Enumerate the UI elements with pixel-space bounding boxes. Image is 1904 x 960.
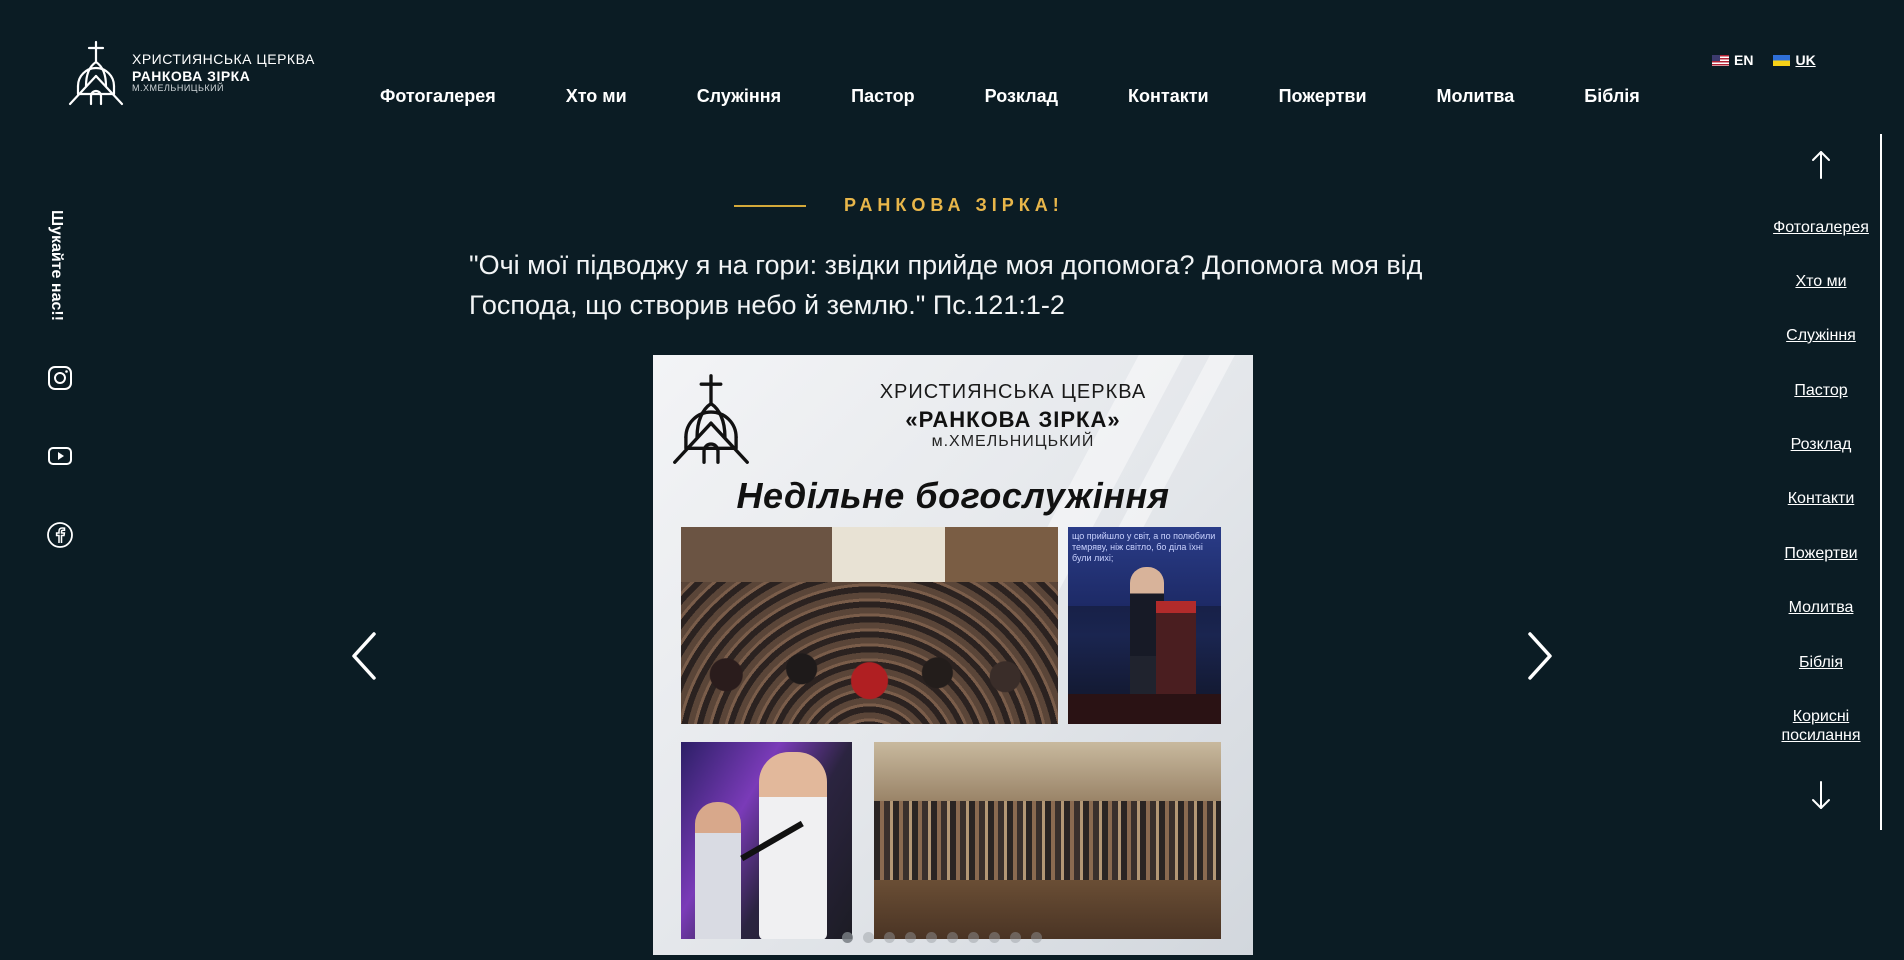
facebook-link[interactable] <box>46 521 74 549</box>
lang-uk[interactable]: UK <box>1773 52 1816 68</box>
nav-prayer[interactable]: Молитва <box>1437 86 1515 107</box>
photo-singers <box>681 742 852 939</box>
slider-next-button[interactable] <box>1522 628 1558 684</box>
photo-congregation-hall <box>874 742 1221 939</box>
nav-donations[interactable]: Пожертви <box>1279 86 1367 107</box>
lang-en-label: EN <box>1734 52 1754 68</box>
slider-dot[interactable] <box>1010 932 1021 943</box>
sidenav-schedule[interactable]: Розклад <box>1756 435 1886 454</box>
bible-quote: "Очі мої підводжу я на гори: звідки прий… <box>469 250 1423 320</box>
sidenav-pastor[interactable]: Пастор <box>1756 381 1886 400</box>
photo-audience <box>681 527 1058 724</box>
youtube-icon <box>48 447 72 465</box>
us-flag-icon <box>1712 54 1729 66</box>
language-switcher: EN UK <box>1712 52 1816 68</box>
nav-photogallery[interactable]: Фотогалерея <box>380 86 496 107</box>
slider-dot[interactable] <box>863 932 874 943</box>
nav-bible[interactable]: Біблія <box>1584 86 1640 107</box>
slider-dot[interactable] <box>989 932 1000 943</box>
top-nav: Фотогалерея Хто ми Служіння Пастор Розкл… <box>380 86 1640 107</box>
slider-dot[interactable] <box>926 932 937 943</box>
arrow-up-icon <box>1812 151 1830 179</box>
sidenav-photogallery[interactable]: Фотогалерея <box>1756 218 1886 237</box>
instagram-icon <box>48 366 72 390</box>
nav-ministries[interactable]: Служіння <box>697 86 781 107</box>
slider-dot[interactable] <box>1031 932 1042 943</box>
nav-contacts[interactable]: Контакти <box>1128 86 1209 107</box>
church-logo-icon <box>68 40 124 106</box>
slide-headline: Недільне богослужіння <box>736 475 1170 516</box>
facebook-icon <box>47 522 73 548</box>
nav-about[interactable]: Хто ми <box>566 86 627 107</box>
section-heading-text: РАНКОВА ЗІРКА! <box>844 195 1064 215</box>
slider-dot[interactable] <box>905 932 916 943</box>
logo-line-3: М.ХМЕЛЬНИЦЬКИЙ <box>132 83 225 94</box>
slide-church-name: «РАНКОВА ЗІРКА» <box>905 407 1121 432</box>
church-logo-icon <box>673 374 749 464</box>
logo-line-1: ХРИСТИЯНСЬКА ЦЕРКВА <box>132 51 315 68</box>
logo-text: ХРИСТИЯНСЬКА ЦЕРКВА РАНКОВА ЗІРКА М.ХМЕЛ… <box>132 52 315 94</box>
sidenav-about[interactable]: Хто ми <box>1756 272 1886 291</box>
slider-dot[interactable] <box>947 932 958 943</box>
slider-image: ХРИСТИЯНСЬКА ЦЕРКВА «РАНКОВА ЗІРКА» м.ХМ… <box>653 355 1253 955</box>
nav-pastor[interactable]: Пастор <box>851 86 915 107</box>
lang-uk-label: UK <box>1795 52 1816 68</box>
screen-verse-text: що прийшло у світ, а по полюбили темряву… <box>1072 531 1216 563</box>
sidenav-contacts[interactable]: Контакти <box>1756 489 1886 508</box>
slider-dots <box>842 932 1042 943</box>
instagram-link[interactable] <box>46 364 74 392</box>
singer-figure <box>695 802 741 939</box>
logo-line-2: РАНКОВА ЗІРКА <box>132 67 251 84</box>
photo-pastor: що прийшло у світ, а по полюбили темряву… <box>1068 527 1221 724</box>
sidenav-useful-links[interactable]: Корисні посилання <box>1756 707 1886 745</box>
scroll-up-button[interactable] <box>1808 148 1834 182</box>
youtube-link[interactable] <box>46 442 74 470</box>
slide-city: м.ХМЕЛЬНИЦЬКИЙ <box>931 433 1095 450</box>
nav-schedule[interactable]: Розклад <box>985 86 1058 107</box>
chevron-left-icon <box>352 632 376 680</box>
slider-prev-button[interactable] <box>346 628 382 684</box>
scroll-down-button[interactable] <box>1808 778 1834 812</box>
ua-flag-icon <box>1773 54 1791 66</box>
heading-divider <box>734 204 806 207</box>
sidenav-ministries[interactable]: Служіння <box>1756 326 1886 345</box>
slider-dot[interactable] <box>884 932 895 943</box>
arrow-down-icon <box>1812 781 1830 809</box>
section-heading: РАНКОВА ЗІРКА! <box>734 195 1064 216</box>
slider-dot[interactable] <box>842 932 853 943</box>
find-us-label: Шукайте нас!! <box>48 210 65 322</box>
slide-church-title: ХРИСТИЯНСЬКА ЦЕРКВА <box>879 381 1147 403</box>
slider-dot[interactable] <box>968 932 979 943</box>
page: ХРИСТИЯНСЬКА ЦЕРКВА РАНКОВА ЗІРКА М.ХМЕЛ… <box>0 0 1904 960</box>
chevron-right-icon <box>1528 632 1552 680</box>
stage <box>1068 694 1221 724</box>
lang-en[interactable]: EN <box>1712 52 1753 68</box>
sidenav-bible[interactable]: Біблія <box>1756 653 1886 672</box>
sidenav-prayer[interactable]: Молитва <box>1756 598 1886 617</box>
sidenav-donations[interactable]: Пожертви <box>1756 544 1886 563</box>
site-logo[interactable]: ХРИСТИЯНСЬКА ЦЕРКВА РАНКОВА ЗІРКА М.ХМЕЛ… <box>68 40 315 106</box>
